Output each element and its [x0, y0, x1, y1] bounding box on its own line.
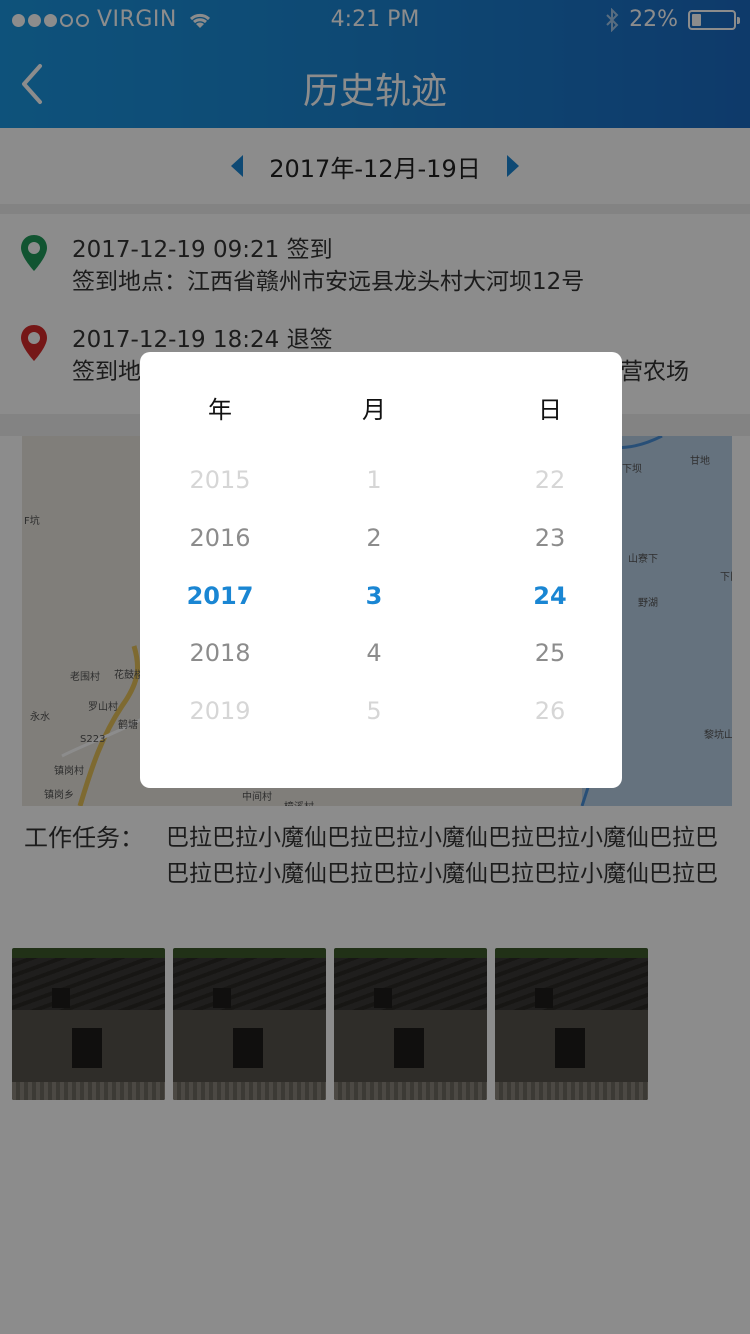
year-option[interactable]: 2018	[140, 639, 300, 667]
day-option[interactable]: 26	[470, 697, 630, 725]
month-option[interactable]: 4	[294, 639, 454, 667]
year-header: 年	[208, 396, 232, 424]
day-option[interactable]: 23	[470, 524, 630, 552]
day-option[interactable]: 25	[470, 639, 630, 667]
year-option-selected[interactable]: 2017	[140, 582, 300, 610]
month-header: 月	[362, 396, 386, 424]
day-wheel[interactable]: 日 22 23 24 25 26	[470, 352, 630, 788]
year-option[interactable]: 2016	[140, 524, 300, 552]
month-option[interactable]: 2	[294, 524, 454, 552]
year-option[interactable]: 2019	[140, 697, 300, 725]
day-header: 日	[538, 396, 562, 424]
year-wheel[interactable]: 年 2015 2016 2017 2018 2019	[140, 352, 300, 788]
month-option-selected[interactable]: 3	[294, 582, 454, 610]
month-wheel[interactable]: 月 1 2 3 4 5	[294, 352, 454, 788]
month-option[interactable]: 1	[294, 466, 454, 494]
month-option[interactable]: 5	[294, 697, 454, 725]
year-option[interactable]: 2015	[140, 466, 300, 494]
day-option[interactable]: 22	[470, 466, 630, 494]
date-picker-dialog: 年 2015 2016 2017 2018 2019 月 1 2 3 4 5 日…	[140, 352, 622, 788]
day-option-selected[interactable]: 24	[470, 582, 630, 610]
